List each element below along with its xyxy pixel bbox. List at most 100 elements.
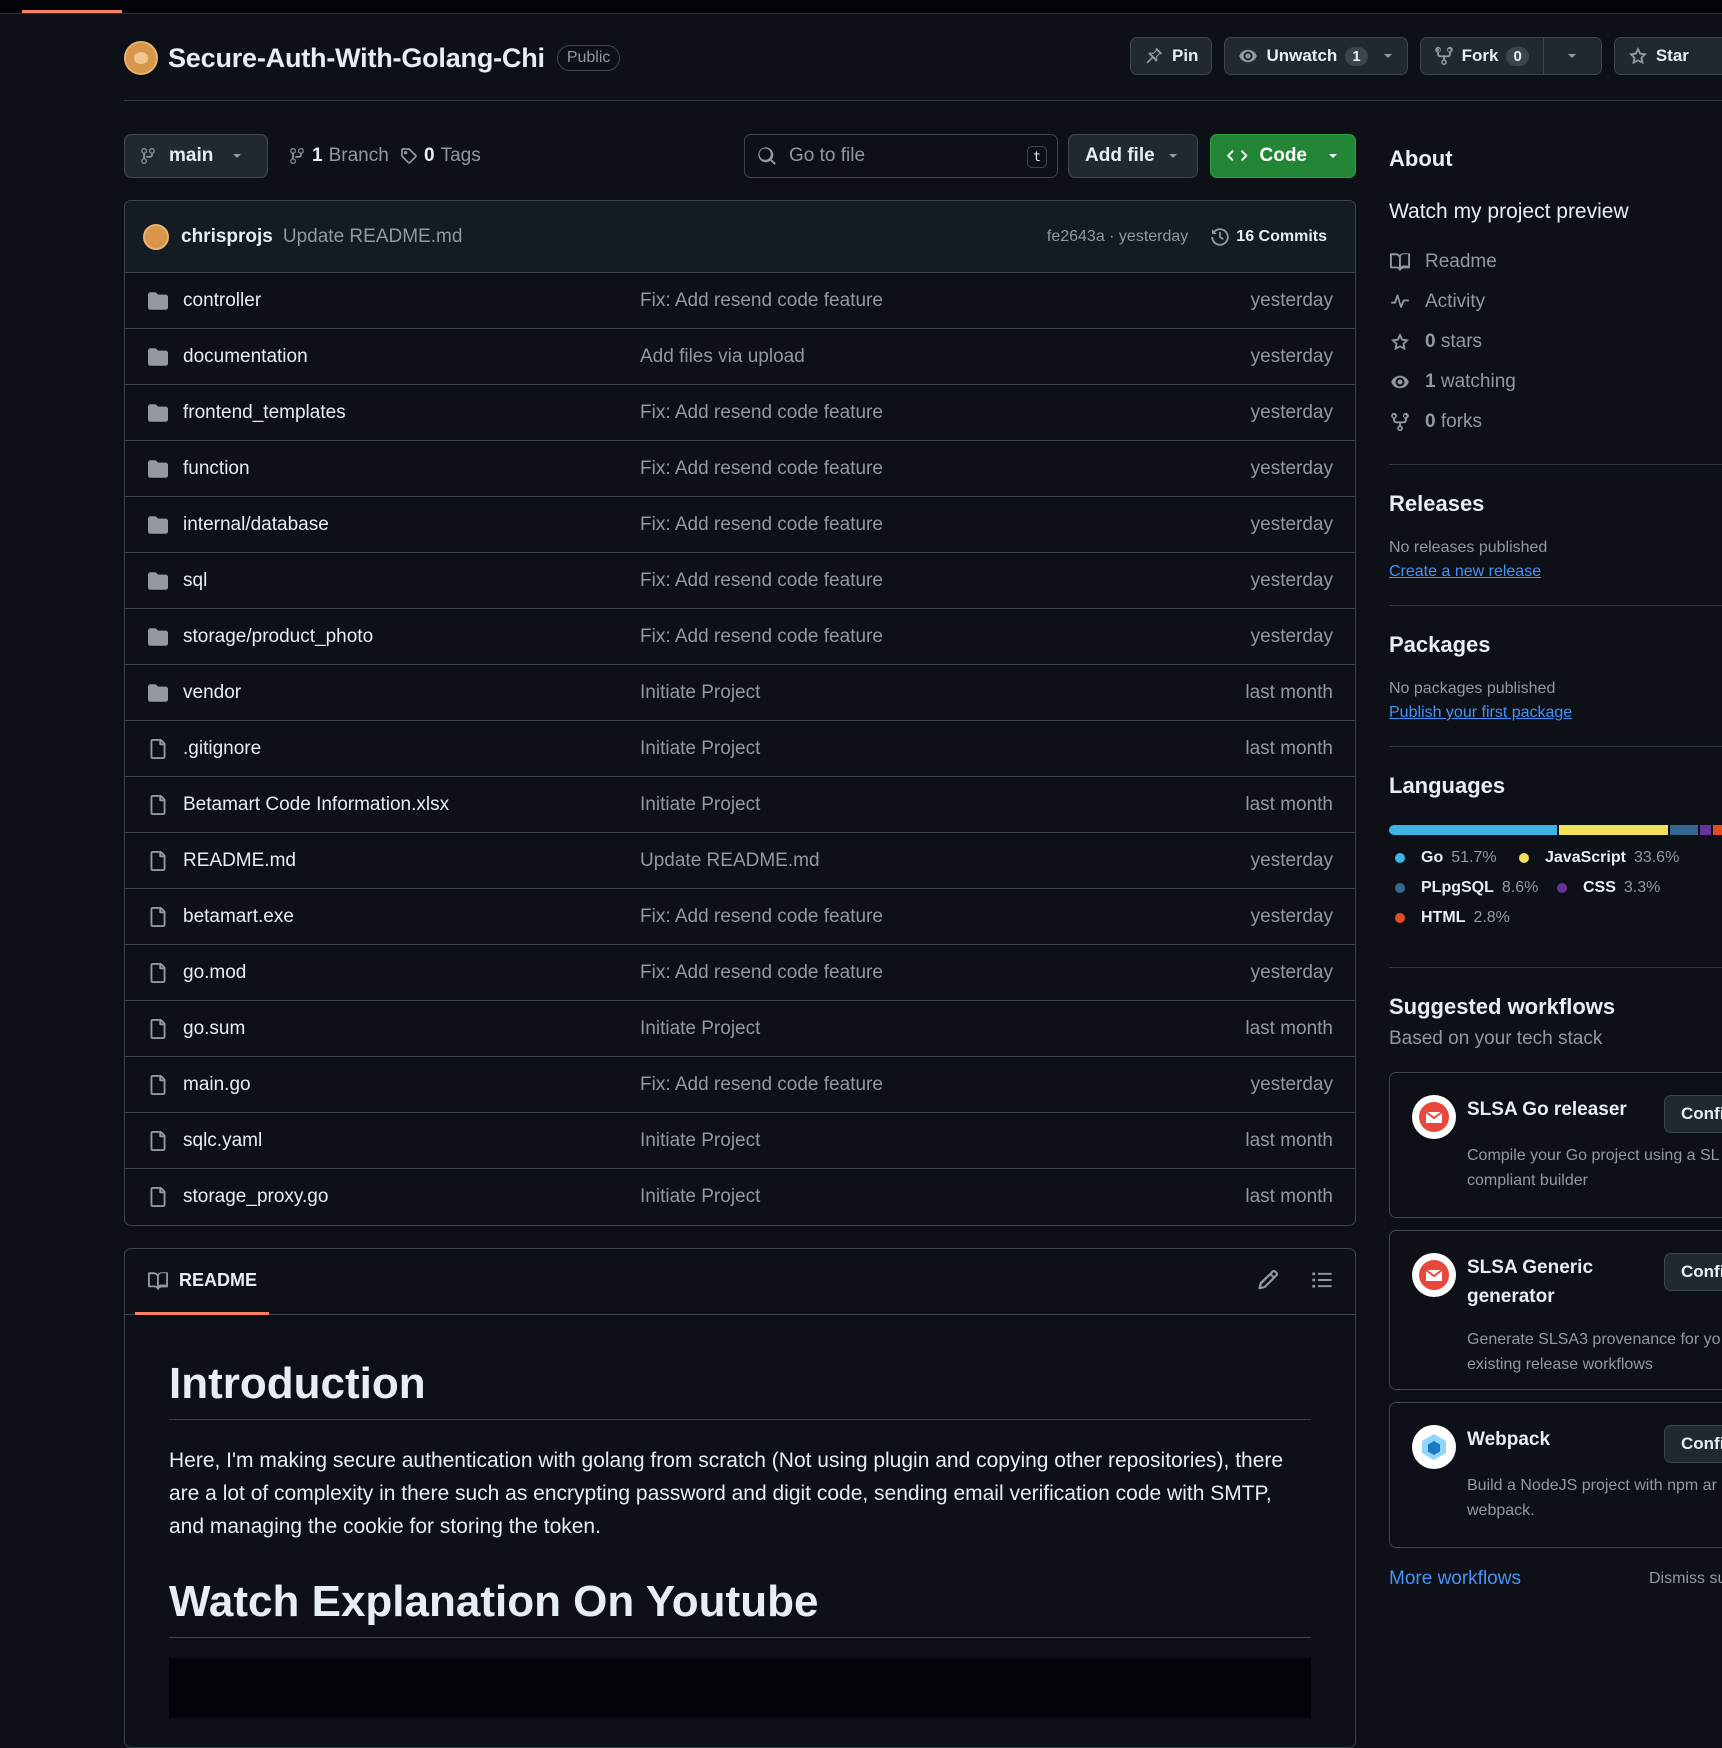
branch-icon	[141, 148, 155, 164]
file-name[interactable]: frontend_templates	[183, 402, 346, 424]
file-name[interactable]: Betamart Code Information.xlsx	[183, 794, 449, 816]
commit-message[interactable]: Update README.md	[283, 226, 463, 248]
file-icon	[147, 851, 169, 871]
language-item[interactable]: Go 51.7%	[1395, 849, 1497, 867]
pin-button[interactable]: Pin	[1130, 37, 1213, 75]
language-item[interactable]: JavaScript 33.6%	[1519, 849, 1679, 867]
configure-button[interactable]: Confi	[1664, 1253, 1722, 1291]
readme-link[interactable]: Readme	[1389, 242, 1722, 282]
file-name[interactable]: betamart.exe	[183, 906, 294, 928]
branch-selector[interactable]: main	[124, 134, 268, 178]
file-row[interactable]: controller Fix: Add resend code feature ye…	[125, 273, 1355, 329]
file-commit-message[interactable]: Fix: Add resend code feature	[640, 290, 883, 312]
activity-link[interactable]: Activity	[1389, 282, 1722, 322]
file-row[interactable]: sql Fix: Add resend code feature yesterday	[125, 553, 1355, 609]
language-item[interactable]: HTML 2.8%	[1395, 909, 1510, 927]
file-commit-message[interactable]: Fix: Add resend code feature	[640, 514, 883, 536]
owner-avatar[interactable]	[124, 41, 158, 75]
file-row[interactable]: function Fix: Add resend code feature yest…	[125, 441, 1355, 497]
fork-button[interactable]: Fork 0	[1419, 37, 1602, 75]
file-commit-message[interactable]: Initiate Project	[640, 738, 760, 760]
file-commit-message[interactable]: Initiate Project	[640, 682, 760, 704]
go-to-file-search[interactable]: Go to file t	[744, 134, 1058, 178]
unwatch-button[interactable]: Unwatch 1	[1224, 37, 1408, 75]
file-browser: chrisprojs Update README.md fe2643a · ye…	[124, 200, 1356, 1226]
pencil-icon[interactable]	[1257, 1269, 1279, 1291]
file-commit-message[interactable]: Add files via upload	[640, 346, 805, 368]
file-row[interactable]: sqlc.yaml Initiate Project last month	[125, 1113, 1355, 1169]
file-row[interactable]: README.md Update README.md yesterday	[125, 833, 1355, 889]
file-commit-message[interactable]: Initiate Project	[640, 794, 760, 816]
file-commit-message[interactable]: Fix: Add resend code feature	[640, 458, 883, 480]
more-workflows-link[interactable]: More workflows	[1389, 1568, 1521, 1590]
file-name[interactable]: documentation	[183, 346, 308, 368]
file-row[interactable]: .gitignore Initiate Project last month	[125, 721, 1355, 777]
list-outline-icon[interactable]	[1311, 1269, 1333, 1291]
language-item[interactable]: CSS 3.3%	[1557, 879, 1660, 897]
watching-link[interactable]: 1 watching	[1389, 362, 1722, 402]
repo-actions: Pin Unwatch 1 Fork 0 Star	[1130, 37, 1722, 75]
file-commit-message[interactable]: Initiate Project	[640, 1018, 760, 1040]
file-name[interactable]: README.md	[183, 850, 296, 872]
file-name[interactable]: internal/database	[183, 514, 329, 536]
file-commit-message[interactable]: Fix: Add resend code feature	[640, 626, 883, 648]
file-commit-message[interactable]: Fix: Add resend code feature	[640, 1074, 883, 1096]
file-name[interactable]: main.go	[183, 1074, 251, 1096]
file-row[interactable]: internal/database Fix: Add resend code fe…	[125, 497, 1355, 553]
add-file-button[interactable]: Add file	[1068, 134, 1198, 178]
file-row[interactable]: go.sum Initiate Project last month	[125, 1001, 1355, 1057]
file-name[interactable]: storage/product_photo	[183, 626, 373, 648]
file-row[interactable]: storage_proxy.go Initiate Project last mon…	[125, 1169, 1355, 1225]
forks-link[interactable]: 0 forks	[1389, 402, 1722, 442]
dismiss-suggestions-button[interactable]: Dismiss su	[1649, 1570, 1722, 1588]
file-name[interactable]: go.sum	[183, 1018, 245, 1040]
fork-count: 0	[1506, 46, 1529, 66]
commit-hash-time[interactable]: fe2643a · yesterday	[1047, 228, 1188, 246]
file-row[interactable]: Betamart Code Information.xlsx Initiate P…	[125, 777, 1355, 833]
repo-title[interactable]: Secure-Auth-With-Golang-Chi	[168, 43, 545, 74]
file-row[interactable]: go.mod Fix: Add resend code feature yester…	[125, 945, 1355, 1001]
branches-link[interactable]: 1 Branch	[288, 134, 389, 178]
commit-author[interactable]: chrisprojs	[181, 226, 273, 248]
file-name[interactable]: sqlc.yaml	[183, 1130, 262, 1152]
code-button[interactable]: Code	[1210, 134, 1356, 178]
file-name[interactable]: storage_proxy.go	[183, 1186, 328, 1208]
unwatch-label: Unwatch	[1266, 46, 1338, 65]
releases-title[interactable]: Releases	[1389, 491, 1722, 517]
file-row[interactable]: main.go Fix: Add resend code feature yeste…	[125, 1057, 1355, 1113]
file-name[interactable]: vendor	[183, 682, 241, 704]
file-row[interactable]: frontend_templates Fix: Add resend code f…	[125, 385, 1355, 441]
file-commit-message[interactable]: Fix: Add resend code feature	[640, 402, 883, 424]
configure-button[interactable]: Confi	[1664, 1095, 1722, 1133]
file-commit-message[interactable]: Initiate Project	[640, 1186, 760, 1208]
stars-link[interactable]: 0 stars	[1389, 322, 1722, 362]
packages-title[interactable]: Packages	[1389, 632, 1722, 658]
commits-link[interactable]: 16 Commits	[1210, 227, 1327, 247]
chevron-down-icon[interactable]	[1556, 50, 1588, 62]
video-thumbnail[interactable]	[169, 1658, 1311, 1718]
language-item[interactable]: PLpgSQL 8.6%	[1395, 879, 1538, 897]
publish-package-link[interactable]: Publish your first package	[1389, 704, 1722, 722]
file-name[interactable]: go.mod	[183, 962, 246, 984]
file-row[interactable]: documentation Add files via upload yesterd…	[125, 329, 1355, 385]
file-commit-message[interactable]: Update README.md	[640, 850, 820, 872]
file-commit-message[interactable]: Fix: Add resend code feature	[640, 570, 883, 592]
code-label: Code	[1259, 145, 1308, 166]
file-commit-message[interactable]: Initiate Project	[640, 1130, 760, 1152]
file-name[interactable]: function	[183, 458, 250, 480]
file-row[interactable]: vendor Initiate Project last month	[125, 665, 1355, 721]
file-name[interactable]: controller	[183, 290, 261, 312]
file-name[interactable]: sql	[183, 570, 207, 592]
file-row[interactable]: storage/product_photo Fix: Add resend cod…	[125, 609, 1355, 665]
file-name[interactable]: .gitignore	[183, 738, 261, 760]
commit-author-avatar[interactable]	[143, 223, 169, 250]
create-release-link[interactable]: Create a new release	[1389, 563, 1722, 581]
readme-tab[interactable]: README	[135, 1249, 270, 1315]
file-commit-message[interactable]: Fix: Add resend code feature	[640, 906, 883, 928]
chevron-down-icon[interactable]	[1382, 50, 1394, 62]
star-button[interactable]: Star	[1613, 37, 1722, 75]
file-commit-message[interactable]: Fix: Add resend code feature	[640, 962, 883, 984]
tags-link[interactable]: 0 Tags	[400, 134, 481, 178]
file-row[interactable]: betamart.exe Fix: Add resend code feature…	[125, 889, 1355, 945]
configure-button[interactable]: Confi	[1664, 1425, 1722, 1463]
